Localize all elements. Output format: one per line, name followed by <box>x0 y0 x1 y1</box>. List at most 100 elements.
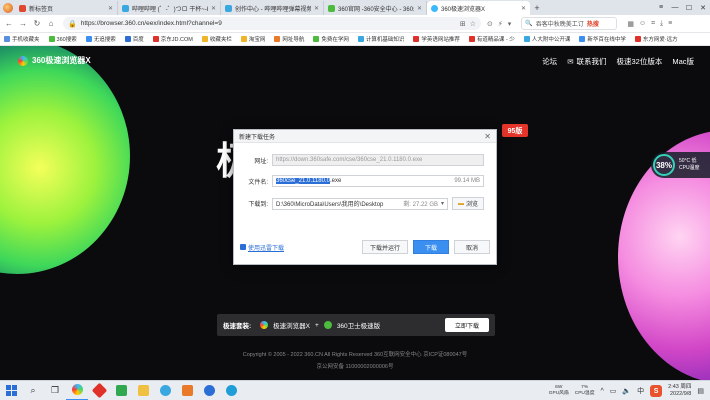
safe-guard-icon <box>323 321 332 329</box>
bookmark-item[interactable]: 新华百在线中学 <box>579 35 626 43</box>
tab-bilibili[interactable]: 哔哩哔哩 (゜-゜)つロ 干杯~-bili ✕ <box>118 1 221 15</box>
bookmark-item[interactable]: 计算机基础知识 <box>357 35 404 43</box>
nav-mac[interactable]: Mac版 <box>672 56 694 67</box>
bookmark-item[interactable]: 淘宝网 <box>240 35 265 43</box>
browser-x-icon <box>260 321 269 329</box>
lock-icon[interactable]: 🔒 <box>68 20 77 28</box>
taskbar-app-orange[interactable] <box>176 381 198 400</box>
reload-icon[interactable]: ↻ <box>31 18 43 30</box>
dropdown-arrow-icon[interactable]: ▾ <box>441 200 444 207</box>
tab-360-official[interactable]: 360官网 -360安全中心 - 360杀毒 ✕ <box>324 1 427 15</box>
bookmark-item[interactable]: 学英语网站推荐 <box>413 35 460 43</box>
taskbar-file-explorer[interactable] <box>132 381 154 400</box>
user-avatar[interactable] <box>0 0 15 15</box>
chevron-up-icon[interactable]: ^ <box>601 388 604 395</box>
tab-favicon-icon <box>122 4 129 12</box>
lightning-icon[interactable]: ⚡ <box>498 20 503 28</box>
taskbar-app-green[interactable] <box>110 381 132 400</box>
taskbar-app-blue[interactable] <box>154 381 176 400</box>
tab-close-icon[interactable]: ✕ <box>108 5 113 12</box>
tab-creator-center[interactable]: 创作中心 - 哔哩哔哩弹幕视频网 ✕ <box>221 1 324 15</box>
new-tab-button[interactable]: + <box>530 1 544 15</box>
grid-apps-icon[interactable]: ▦ <box>627 20 634 28</box>
dialog-close-icon[interactable]: ✕ <box>484 132 491 141</box>
tab-close-icon[interactable]: ✕ <box>314 5 319 12</box>
task-view-icon[interactable]: ❐ <box>44 381 66 400</box>
cancel-button[interactable]: 取消 <box>454 240 490 254</box>
download-button[interactable]: 下载 <box>413 240 449 254</box>
bookmark-favicon-icon <box>4 36 10 42</box>
tab-360-browser-x[interactable]: 360极速浏览器X ✕ <box>427 1 530 15</box>
clock[interactable]: 2:43 周四 2022/9/8 <box>668 384 691 398</box>
translate-icon[interactable]: ⊞ <box>460 20 466 28</box>
download-and-run-button[interactable]: 下载并运行 <box>361 240 408 254</box>
url-text[interactable]: https://browser.360.cn/eex/index.html?ch… <box>81 20 456 27</box>
address-bar[interactable]: 🔒 https://browser.360.cn/eex/index.html?… <box>63 17 481 30</box>
bookmark-item[interactable]: 京东JD.COM <box>152 35 193 43</box>
thunder-download-link[interactable]: 使用迅雷下载 <box>240 243 284 252</box>
directory-field[interactable]: D:\360\MicroData\Users\我用的\Desktop 剩: 27… <box>272 197 448 210</box>
version-badge: 95版 <box>502 124 528 137</box>
start-button[interactable] <box>0 381 22 400</box>
back-icon[interactable]: ← <box>3 18 15 30</box>
download-now-button[interactable]: 立即下载 <box>445 318 489 332</box>
bookmark-item[interactable]: 网址导航 <box>274 35 304 43</box>
bookmark-item[interactable]: 百度 <box>124 35 144 43</box>
tab-close-icon[interactable]: ✕ <box>521 5 526 12</box>
bookmark-star-icon[interactable]: ☆ <box>470 20 476 28</box>
bookmark-item[interactable]: 360搜索 <box>48 35 77 43</box>
bookmark-item[interactable]: 有道精品课 - 少 <box>468 35 515 43</box>
bookmark-favicon-icon <box>201 36 208 42</box>
bookmark-item[interactable]: 东方网爱·远方 <box>634 35 678 43</box>
filename-field[interactable]: 360cse_21.0.1180.0 .exe 99.14 MB <box>272 175 484 187</box>
ime-indicator[interactable]: 中 <box>637 386 644 396</box>
bookmark-item[interactable]: 收藏夹栏 <box>201 35 232 43</box>
bookmark-item[interactable]: 免费在学网 <box>313 35 349 43</box>
nav-32bit[interactable]: 极速32位版本 <box>616 56 662 67</box>
tab-close-icon[interactable]: ✕ <box>417 5 422 12</box>
network-icon[interactable]: ▭ <box>610 387 617 395</box>
search-box[interactable]: 🔍 吞客中秋晚美工订 热搜 <box>521 17 618 30</box>
tab-favicon-icon <box>19 4 26 12</box>
directory-row: 下载到: D:\360\MicroData\Users\我用的\Desktop … <box>240 197 484 210</box>
forward-icon[interactable]: → <box>17 18 29 30</box>
filename-row: 文件名: 360cse_21.0.1180.0 .exe 99.14 MB <box>240 175 484 187</box>
nav-forum[interactable]: 论坛 <box>542 56 557 67</box>
cpu-widget[interactable]: 38% 50°C 低 CPU温度 <box>651 152 710 178</box>
bookmark-item[interactable]: 手机收藏夹 <box>4 35 40 43</box>
taskbar-360-browser[interactable] <box>66 381 88 400</box>
dropdown-icon[interactable]: ▾ <box>508 20 512 28</box>
icp-text[interactable]: 京公网安备 11000002000006号 <box>0 362 710 370</box>
more-icon[interactable]: ≡ <box>668 20 672 28</box>
taskbar-app-qq[interactable] <box>198 381 220 400</box>
close-window-icon[interactable]: ✕ <box>696 0 710 15</box>
zoom-icon[interactable]: ⊙ <box>487 20 493 28</box>
url-field: https://down.360safe.com/cse/360cse_21.0… <box>272 154 484 166</box>
menu-icon[interactable]: ≡ <box>654 0 668 15</box>
crop-icon[interactable]: ⌗ <box>651 20 655 28</box>
tab-close-icon[interactable]: ✕ <box>211 5 216 12</box>
taskbar-app-red[interactable] <box>88 381 110 400</box>
bookmark-favicon-icon <box>357 36 364 42</box>
gpu-stat[interactable]: 6W GPU风扇 <box>549 385 569 397</box>
site-logo[interactable]: 360极速浏览器X <box>18 55 91 66</box>
sogou-ime-icon[interactable]: S <box>650 385 663 397</box>
taskbar-app-edge[interactable] <box>220 381 242 400</box>
bookmark-item[interactable]: 无追搜索 <box>85 35 116 43</box>
user-icon[interactable]: ☺ <box>639 20 646 28</box>
cpu-stat[interactable]: 7% CPU温度 <box>575 385 595 397</box>
bookmark-item[interactable]: 人大附中公开课 <box>523 35 570 43</box>
notification-icon[interactable]: ▤ <box>697 387 704 395</box>
nav-contact[interactable]: ✉ 联系我们 <box>567 56 606 67</box>
bookmarks-bar: 手机收藏夹 360搜索 无追搜索 百度 京东JD.COM 收藏夹栏 淘宝网 网址导航 免费在学网… <box>0 33 710 46</box>
tab-new-tab[interactable]: 新标签页 ✕ <box>15 1 118 15</box>
home-icon[interactable]: ⌂ <box>45 18 57 30</box>
cpu-label: CPU温度 <box>679 165 700 171</box>
browse-button[interactable]: ▬ 浏览 <box>452 197 484 210</box>
search-taskbar-icon[interactable]: ⌕ <box>22 381 44 400</box>
maximize-icon[interactable]: ☐ <box>682 0 696 15</box>
download-icon[interactable]: ⤓ <box>660 20 663 28</box>
minimize-icon[interactable]: — <box>668 0 682 15</box>
volume-icon[interactable]: 🔈 <box>622 387 631 395</box>
system-tray: 6W GPU风扇 7% CPU温度 ^ ▭ 🔈 中 S 2:43 周四 2022… <box>549 381 710 400</box>
